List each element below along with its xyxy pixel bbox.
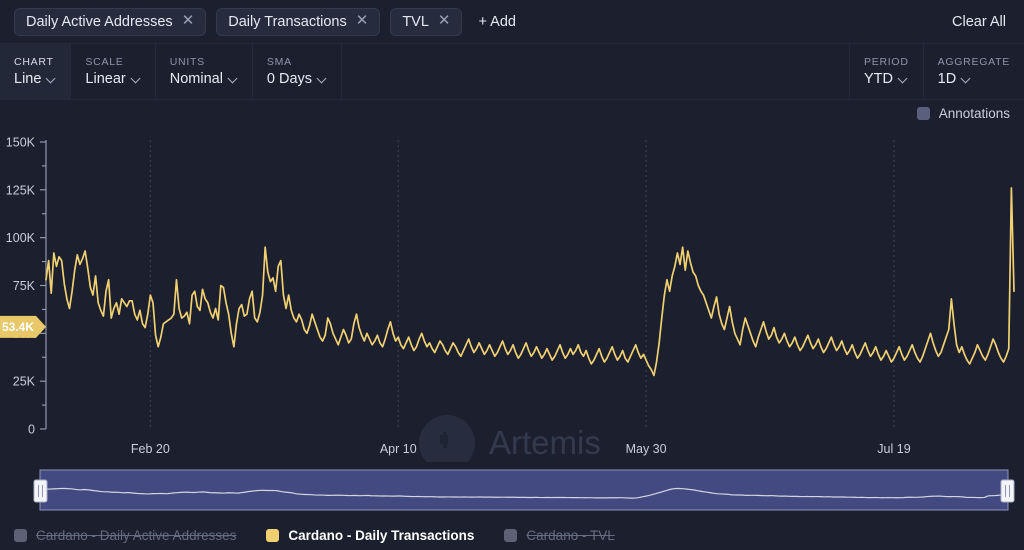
control-value: 0 Days [267, 71, 327, 87]
metric-tab-bar: Daily Active Addresses ✕ Daily Transacti… [0, 0, 1024, 44]
chevron-down-icon[interactable] [132, 75, 141, 84]
control-label: PERIOD [863, 56, 909, 68]
control-value: 1D [938, 71, 1010, 87]
control-value: Line [14, 71, 56, 87]
control-value-text: YTD [863, 71, 893, 87]
metric-chip-label: TVL [402, 13, 429, 30]
chart-control-bar: CHART Line SCALE Linear UNITS Nominal SM… [0, 44, 1024, 100]
annotations-toggle[interactable]: Annotations [916, 106, 1010, 121]
y-tick-label: 25K [13, 375, 36, 389]
control-label: UNITS [169, 56, 205, 68]
brush-handle-left[interactable] [33, 479, 48, 503]
legend-item-daily-active-addresses[interactable]: Cardano - Daily Active Addresses [14, 528, 236, 543]
x-tick-label: May 30 [626, 442, 667, 456]
x-tick-label: Apr 10 [380, 442, 417, 456]
chevron-down-icon[interactable] [962, 75, 971, 84]
legend-label: Cardano - Daily Active Addresses [36, 527, 237, 543]
control-bar-spacer [342, 44, 849, 99]
checkbox-icon[interactable] [916, 107, 930, 120]
line-chart[interactable]: Artemis 025K50K75K100K125K150K Feb 20Apr… [0, 132, 1024, 462]
y-tick-label: 75K [13, 279, 36, 293]
control-value-text: 1D [937, 71, 957, 87]
control-aggregate[interactable]: AGGREGATE 1D [922, 44, 1024, 99]
control-units[interactable]: UNITS Nominal [156, 44, 253, 99]
chart-area: Artemis 025K50K75K100K125K150K Feb 20Apr… [0, 132, 1024, 462]
x-tick-label: Feb 20 [131, 442, 170, 456]
close-icon[interactable]: ✕ [182, 13, 195, 28]
grid-lines [149, 140, 895, 429]
control-period[interactable]: PERIOD YTD [848, 44, 923, 99]
legend-label: Cardano - Daily Transactions [288, 527, 475, 543]
legend-swatch [14, 528, 27, 542]
y-tick-label: 0 [28, 423, 35, 437]
current-value-badge: 53.4K [0, 315, 46, 338]
control-value-text: Nominal [169, 71, 223, 87]
legend-item-tvl[interactable]: Cardano - TVL [504, 527, 615, 543]
range-selection[interactable] [40, 470, 1008, 510]
chevron-down-icon[interactable] [318, 75, 327, 84]
control-chart-type[interactable]: CHART Line [0, 44, 72, 99]
control-value: YTD [864, 71, 909, 87]
chart-legend: Cardano - Daily Active Addresses Cardano… [0, 520, 1024, 550]
chart-app: Daily Active Addresses ✕ Daily Transacti… [0, 0, 1024, 550]
close-icon[interactable]: ✕ [356, 13, 369, 28]
y-tick-label: 125K [6, 183, 36, 197]
metric-chip-1[interactable]: Daily Transactions ✕ [216, 7, 381, 36]
control-label: SMA [266, 56, 292, 68]
brush-handle-right-body[interactable] [1000, 479, 1015, 503]
metric-chip-label: Daily Active Addresses [26, 13, 173, 30]
legend-swatch [266, 528, 280, 542]
y-axis: 025K50K75K100K125K150K [6, 136, 47, 437]
chevron-down-icon[interactable] [47, 75, 56, 84]
legend-label: Cardano - TVL [526, 527, 615, 543]
range-selector-chart[interactable] [0, 462, 1024, 518]
control-value: Nominal [170, 71, 238, 87]
metric-chip-label: Daily Transactions [228, 13, 347, 30]
legend-item-daily-transactions[interactable]: Cardano - Daily Transactions [266, 528, 474, 543]
annotations-label: Annotations [938, 106, 1010, 121]
chevron-down-icon[interactable] [229, 75, 238, 84]
watermark-text: Artemis [489, 424, 601, 461]
brush-handle-left-body[interactable] [33, 479, 48, 503]
range-selector[interactable] [0, 462, 1024, 518]
clear-all-button[interactable]: Clear All [952, 14, 1010, 30]
legend-swatch [504, 528, 518, 542]
control-value: Linear [85, 71, 140, 87]
close-icon[interactable]: ✕ [438, 13, 451, 28]
x-tick-label: Jul 19 [877, 442, 910, 456]
artemis-logo-mark [443, 432, 447, 448]
artemis-watermark: Artemis [419, 415, 601, 462]
control-value-text: 0 Days [266, 71, 313, 87]
control-scale[interactable]: SCALE Linear [71, 44, 156, 99]
chevron-down-icon[interactable] [899, 75, 908, 84]
y-tick-label: 150K [6, 136, 36, 150]
control-value-text: Linear [85, 71, 126, 87]
metric-chip-2[interactable]: TVL ✕ [390, 7, 463, 36]
control-label: AGGREGATE [937, 56, 1010, 68]
add-metric-button[interactable]: + Add [472, 8, 522, 36]
y-tick-label: 100K [6, 231, 36, 245]
control-value-text: Line [14, 71, 42, 87]
value-badge-text: 53.4K [2, 320, 34, 334]
metric-chip-0[interactable]: Daily Active Addresses ✕ [14, 7, 207, 36]
series-line-daily-transactions [45, 187, 1015, 377]
control-sma[interactable]: SMA 0 Days [253, 44, 343, 99]
control-label: SCALE [85, 56, 124, 68]
brush-handle-right[interactable] [1000, 479, 1015, 503]
control-label: CHART [14, 56, 54, 68]
